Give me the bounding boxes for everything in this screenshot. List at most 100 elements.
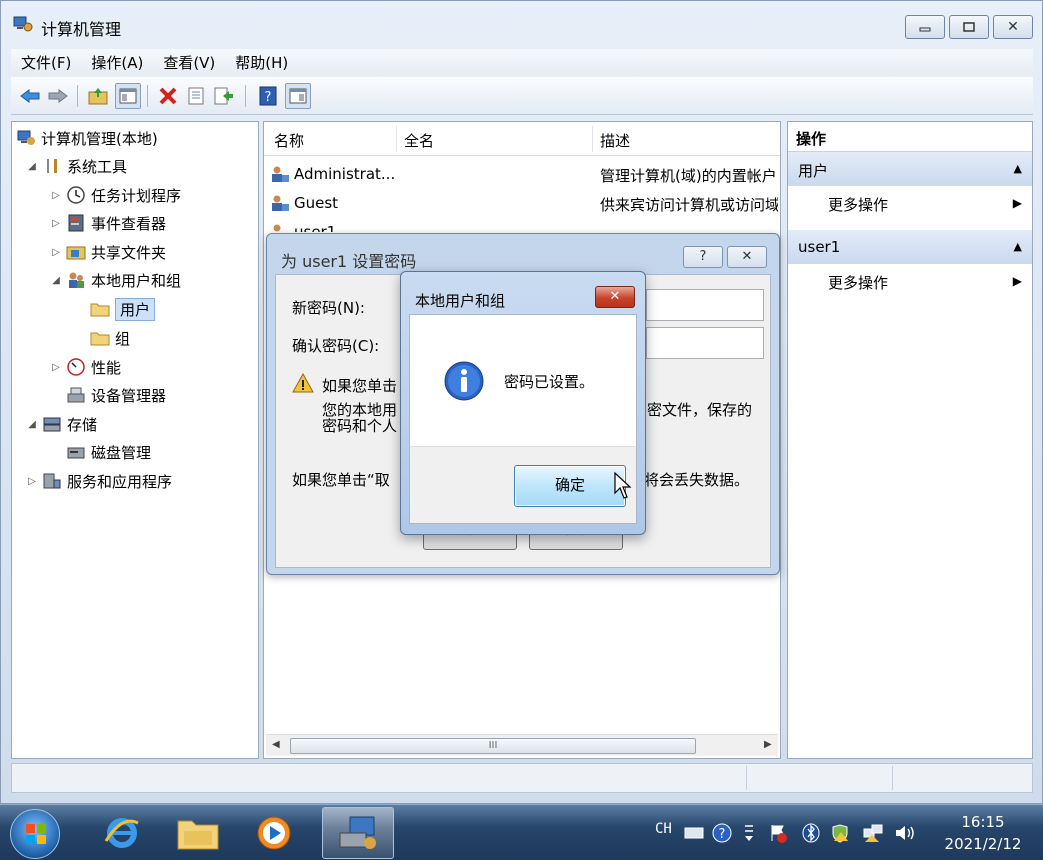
tree-item-event-viewer[interactable]: ▷ 事件查看器 (50, 211, 166, 235)
show-hide-action-pane-icon[interactable] (285, 83, 311, 109)
show-hide-console-tree-icon[interactable] (115, 83, 141, 109)
tree-item-label: 组 (115, 329, 131, 348)
tree-item-computer-management[interactable]: 计算机管理(本地) (16, 126, 158, 150)
clock-date: 2021/2/12 (944, 835, 1022, 853)
column-header-description[interactable]: 描述 (600, 130, 630, 151)
tree-item-shared-folders[interactable]: ▷ 共享文件夹 (50, 240, 166, 264)
help-icon[interactable]: ? (712, 823, 732, 843)
help-button[interactable]: ? (683, 246, 723, 268)
new-password-field[interactable] (646, 289, 764, 321)
taskbar-media-player[interactable] (238, 807, 310, 859)
internet-explorer-icon (104, 818, 139, 848)
dialog-close-button[interactable]: ✕ (727, 246, 767, 268)
system-tools-icon (42, 157, 62, 175)
system-tray: CH ? 16:15 2021/2/12 (650, 805, 1043, 860)
scroll-thumb-grip: III (488, 740, 498, 751)
message-button-area: 确定 (409, 446, 637, 524)
tree-item-system-tools[interactable]: ◢ 系统工具 (26, 154, 127, 178)
taskbar-windows-explorer[interactable] (162, 807, 234, 859)
tree-item-device-manager[interactable]: 设备管理器 (66, 383, 166, 407)
collapsed-arrow-icon[interactable]: ▷ (50, 190, 62, 201)
minimize-button[interactable] (905, 15, 945, 39)
security-icon[interactable] (830, 823, 848, 843)
scroll-right-arrow-icon[interactable]: ▶ (764, 739, 772, 750)
tree-item-users[interactable]: 用户 (90, 297, 156, 321)
network-icon[interactable] (862, 823, 883, 842)
tree-item-label: 用户 (115, 297, 156, 321)
submenu-arrow-icon: ▶ (1012, 274, 1022, 288)
title-bar[interactable]: 计算机管理 ✕ (1, 1, 1042, 49)
horizontal-scrollbar[interactable]: ◀ III ▶ (266, 734, 778, 756)
actions-section-users[interactable]: 用户 ▲ (788, 152, 1032, 186)
close-button[interactable]: ✕ (993, 15, 1033, 39)
list-row[interactable]: Administrat... 管理计算机(域)的内置帐户 (270, 162, 780, 186)
tree-item-disk-management[interactable]: 磁盘管理 (66, 440, 151, 464)
tree-item-storage[interactable]: ◢ 存储 (26, 412, 97, 436)
forward-arrow-icon[interactable] (45, 83, 71, 109)
message-ok-button[interactable]: 确定 (514, 465, 626, 507)
close-icon: ✕ (1007, 19, 1019, 35)
delete-icon[interactable] (155, 83, 181, 109)
volume-icon[interactable] (894, 823, 914, 841)
folder-icon (90, 329, 110, 347)
properties-icon[interactable] (183, 83, 209, 109)
message-box-title: 本地用户和组 (415, 292, 506, 310)
expanded-arrow-icon[interactable]: ◢ (26, 161, 38, 172)
scroll-left-arrow-icon[interactable]: ◀ (272, 739, 280, 750)
column-header-name[interactable]: 名称 (274, 130, 304, 151)
expanded-arrow-icon[interactable]: ◢ (26, 419, 38, 430)
window-title: 计算机管理 (41, 20, 122, 39)
action-center-icon[interactable] (768, 823, 787, 843)
list-row[interactable]: Guest 供来宾访问计算机或访问域 (270, 191, 780, 215)
confirm-password-field[interactable] (646, 327, 764, 359)
tree-item-groups[interactable]: 组 (90, 326, 130, 350)
warning-text-line1: 如果您单击 (322, 377, 398, 395)
storage-icon (42, 415, 62, 433)
folder-icon (90, 300, 110, 318)
message-box-close-button[interactable]: ✕ (595, 286, 635, 308)
menu-help[interactable]: 帮助(H) (225, 52, 298, 73)
clock[interactable]: 16:15 2021/2/12 (930, 811, 1036, 855)
list-row[interactable]: user1 (270, 220, 780, 232)
up-folder-icon[interactable] (85, 83, 111, 109)
start-button[interactable] (10, 809, 60, 859)
bluetooth-icon[interactable] (802, 823, 820, 843)
scroll-thumb[interactable]: III (290, 738, 696, 754)
taskbar-computer-management[interactable] (322, 807, 394, 859)
more-actions-users[interactable]: 更多操作 ▶ (828, 194, 1028, 222)
more-actions-user1[interactable]: 更多操作 ▶ (828, 272, 1028, 300)
tree-item-local-users-groups[interactable]: ◢ 本地用户和组 (50, 268, 181, 292)
collapsed-arrow-icon[interactable]: ▷ (50, 362, 62, 373)
column-header-fullname[interactable]: 全名 (404, 130, 434, 151)
collapsed-arrow-icon[interactable]: ▷ (50, 218, 62, 229)
menu-file[interactable]: 文件(F) (11, 52, 81, 73)
console-tree: 计算机管理(本地) ◢ 系统工具 ▷ 任务计划程序 ▷ 事件查看器 ▷ 共享文件… (11, 121, 259, 759)
maximize-button[interactable] (949, 15, 989, 39)
confirm-password-label: 确认密码(C): (292, 337, 380, 355)
taskbar-internet-explorer[interactable] (86, 807, 158, 859)
dialog-title: 为 user1 设置密码 (281, 252, 417, 271)
actions-section-user1[interactable]: user1 ▲ (788, 230, 1032, 264)
language-indicator[interactable]: CH (655, 821, 672, 837)
user-icon (270, 165, 292, 187)
export-list-icon[interactable] (211, 83, 237, 109)
back-arrow-icon[interactable] (17, 83, 43, 109)
info-icon (444, 361, 484, 401)
user-icon (270, 223, 292, 232)
collapse-arrow-icon[interactable]: ▲ (1014, 240, 1022, 253)
tree-item-task-scheduler[interactable]: ▷ 任务计划程序 (50, 183, 181, 207)
collapse-arrow-icon[interactable]: ▲ (1014, 162, 1022, 175)
expanded-arrow-icon[interactable]: ◢ (50, 275, 62, 286)
toolbar: ? (11, 77, 1033, 115)
menu-view[interactable]: 查看(V) (153, 52, 225, 73)
warning-icon (292, 372, 314, 393)
keyboard-icon[interactable] (684, 823, 704, 841)
menu-action[interactable]: 操作(A) (81, 52, 153, 73)
tree-item-services-apps[interactable]: ▷ 服务和应用程序 (26, 469, 172, 493)
tree-item-label: 任务计划程序 (91, 186, 182, 205)
tree-item-performance[interactable]: ▷ 性能 (50, 355, 121, 379)
language-settings-icon[interactable] (742, 823, 760, 841)
collapsed-arrow-icon[interactable]: ▷ (26, 476, 38, 487)
help-icon[interactable]: ? (255, 83, 281, 109)
collapsed-arrow-icon[interactable]: ▷ (50, 247, 62, 258)
